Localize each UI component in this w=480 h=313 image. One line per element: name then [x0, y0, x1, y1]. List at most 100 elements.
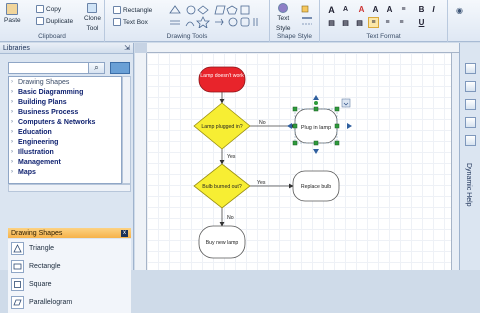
properties-icon[interactable] — [465, 117, 476, 128]
bold-button[interactable]: B — [416, 4, 427, 15]
ribbon-expand-icon[interactable]: ◉ — [456, 6, 463, 15]
fill-color-icon — [301, 5, 309, 13]
drawing-page[interactable]: Lamp doesn't work Lamp plugged in? No Ye… — [147, 53, 451, 270]
clone-icon — [87, 3, 98, 13]
highlight-icon[interactable]: A — [384, 4, 395, 15]
quick-connect-down-icon — [313, 149, 319, 154]
library-item[interactable]: › Education — [9, 127, 121, 137]
font-shrink-icon[interactable]: A — [340, 4, 351, 15]
process3-label: Buy new lamp — [206, 240, 239, 246]
dynamic-help-tab[interactable]: Dynamic Help — [465, 163, 472, 207]
library-item[interactable]: › Management — [9, 157, 121, 167]
font-grow-icon[interactable]: A — [326, 4, 337, 15]
canvas-vertical-scrollbar[interactable] — [451, 53, 459, 270]
paste-button[interactable]: Paste — [4, 3, 21, 24]
stencil-item-parallelogram[interactable]: Parallelogram — [8, 293, 131, 311]
font-color-icon[interactable]: A — [356, 4, 367, 15]
stencil-item-square[interactable]: Square — [8, 275, 131, 293]
process-buy-new-lamp[interactable]: Buy new lamp — [198, 225, 246, 259]
process2-label: Replace bulb — [301, 184, 331, 190]
pentagon-shape-icon — [226, 5, 238, 15]
decision-lamp-plugged[interactable]: Lamp plugged in? — [193, 102, 251, 150]
italic-button[interactable]: I — [428, 4, 439, 15]
line-shape-icon — [170, 20, 180, 25]
quick-connect-left-icon — [287, 123, 292, 129]
format-panel-icon[interactable] — [465, 63, 476, 74]
clipboard-group: Paste Copy Duplicate Clone Tool Clipboar… — [0, 0, 105, 42]
library-item[interactable]: › Maps — [9, 167, 121, 177]
process-plug-in-lamp[interactable]: Plug in lamp — [294, 108, 338, 144]
decision-bulb-burned[interactable]: Bulb burned out? — [193, 163, 251, 209]
library-tree-hscrollbar[interactable] — [8, 184, 131, 192]
chevron-right-icon: › — [11, 129, 13, 135]
chevron-right-icon: › — [11, 159, 13, 165]
start-terminator[interactable]: Lamp doesn't work — [198, 66, 246, 93]
library-tree: › Drawing Shapes › Basic Diagramming › Buil… — [8, 76, 122, 184]
help-icon[interactable] — [465, 135, 476, 146]
clone-tool-button[interactable]: Clone Tool — [84, 3, 101, 33]
stencil-item-rectangle[interactable]: Rectangle — [8, 257, 131, 275]
fill-line-buttons[interactable] — [300, 4, 318, 30]
stencil-item-triangle[interactable]: Triangle — [8, 239, 131, 257]
library-view-button[interactable] — [110, 62, 130, 74]
justify-icon[interactable]: ≡ — [396, 17, 407, 28]
drawing-area: Lamp doesn't work Lamp plugged in? No Ye… — [135, 43, 459, 270]
vertical-ruler — [135, 53, 147, 270]
diamond-shape-icon — [197, 5, 209, 15]
ribbon: Paste Copy Duplicate Clone Tool Clipboar… — [0, 0, 480, 42]
libraries-header: Libraries ⇲ — [0, 43, 133, 54]
text-style-icon — [278, 3, 289, 13]
quick-connect-up-icon — [313, 95, 319, 100]
clear-format-icon[interactable]: A — [370, 4, 381, 15]
align-bottom-icon[interactable]: ▤ — [354, 17, 365, 28]
pages-icon[interactable] — [465, 99, 476, 110]
library-item[interactable]: › Engineering — [9, 137, 121, 147]
align-middle-icon[interactable]: ▤ — [340, 17, 351, 28]
chevron-right-icon: › — [11, 149, 13, 155]
yes-label: Yes — [227, 154, 236, 160]
square-shape-icon — [240, 5, 250, 15]
library-tree-scrollbar[interactable] — [122, 76, 131, 184]
shape-gallery[interactable] — [167, 4, 267, 28]
text-format-group-label: Text Format — [366, 33, 401, 40]
right-panel: Dynamic Help — [459, 43, 480, 270]
rectangle-icon — [11, 259, 24, 273]
duplicate-icon — [36, 17, 44, 25]
close-icon[interactable]: x — [121, 229, 128, 237]
square-icon — [11, 277, 24, 291]
search-icon[interactable]: ⌕ — [88, 62, 105, 74]
text-format-group: A A A A A ≡ ▤ ▤ ▤ ≡ ≡ ≡ B I U Text Forma… — [320, 0, 448, 42]
rectangle-icon — [113, 6, 121, 14]
library-item[interactable]: › Computers & Networks — [9, 117, 121, 127]
library-item[interactable]: › Building Plans — [9, 97, 121, 107]
pin-icon[interactable]: ⇲ — [124, 44, 130, 52]
chevron-right-icon: › — [11, 89, 13, 95]
copy-button[interactable]: Copy — [36, 5, 61, 13]
arrow-shape-icon — [215, 18, 224, 26]
shape-menu-icon — [341, 98, 351, 108]
align-right-icon[interactable]: ≡ — [382, 17, 393, 28]
library-item[interactable]: › Basic Diagramming — [9, 87, 121, 97]
drawing-tools-group: Rectangle Text Box Drawing Tools — [105, 0, 270, 42]
duplicate-button[interactable]: Duplicate — [36, 17, 73, 25]
library-item[interactable]: › Business Process — [9, 107, 121, 117]
underline-button[interactable]: U — [416, 17, 427, 28]
layers-icon[interactable] — [465, 81, 476, 92]
process-replace-bulb[interactable]: Replace bulb — [292, 170, 340, 202]
library-item[interactable]: › Drawing Shapes — [9, 77, 121, 87]
yes-label-2: Yes — [257, 180, 266, 186]
star-shape-icon — [196, 16, 210, 28]
rectangle-tool[interactable]: Rectangle — [113, 6, 152, 14]
library-item[interactable]: › Illustration — [9, 147, 121, 157]
process1-label: Plug in lamp — [301, 125, 331, 131]
textbox-tool[interactable]: Text Box — [113, 18, 148, 26]
align-top-icon[interactable]: ▤ — [326, 17, 337, 28]
rounded-rect-shape-icon — [240, 17, 250, 27]
align-center-icon[interactable]: ≡ — [368, 17, 379, 28]
text-style-button[interactable]: Text Style — [276, 3, 290, 33]
align-left-icon[interactable]: ≡ — [398, 4, 409, 15]
decision1-label: Lamp plugged in? — [201, 124, 242, 130]
horizontal-ruler — [147, 43, 459, 53]
chevron-right-icon: › — [11, 109, 13, 115]
libraries-title: Libraries — [3, 44, 30, 52]
